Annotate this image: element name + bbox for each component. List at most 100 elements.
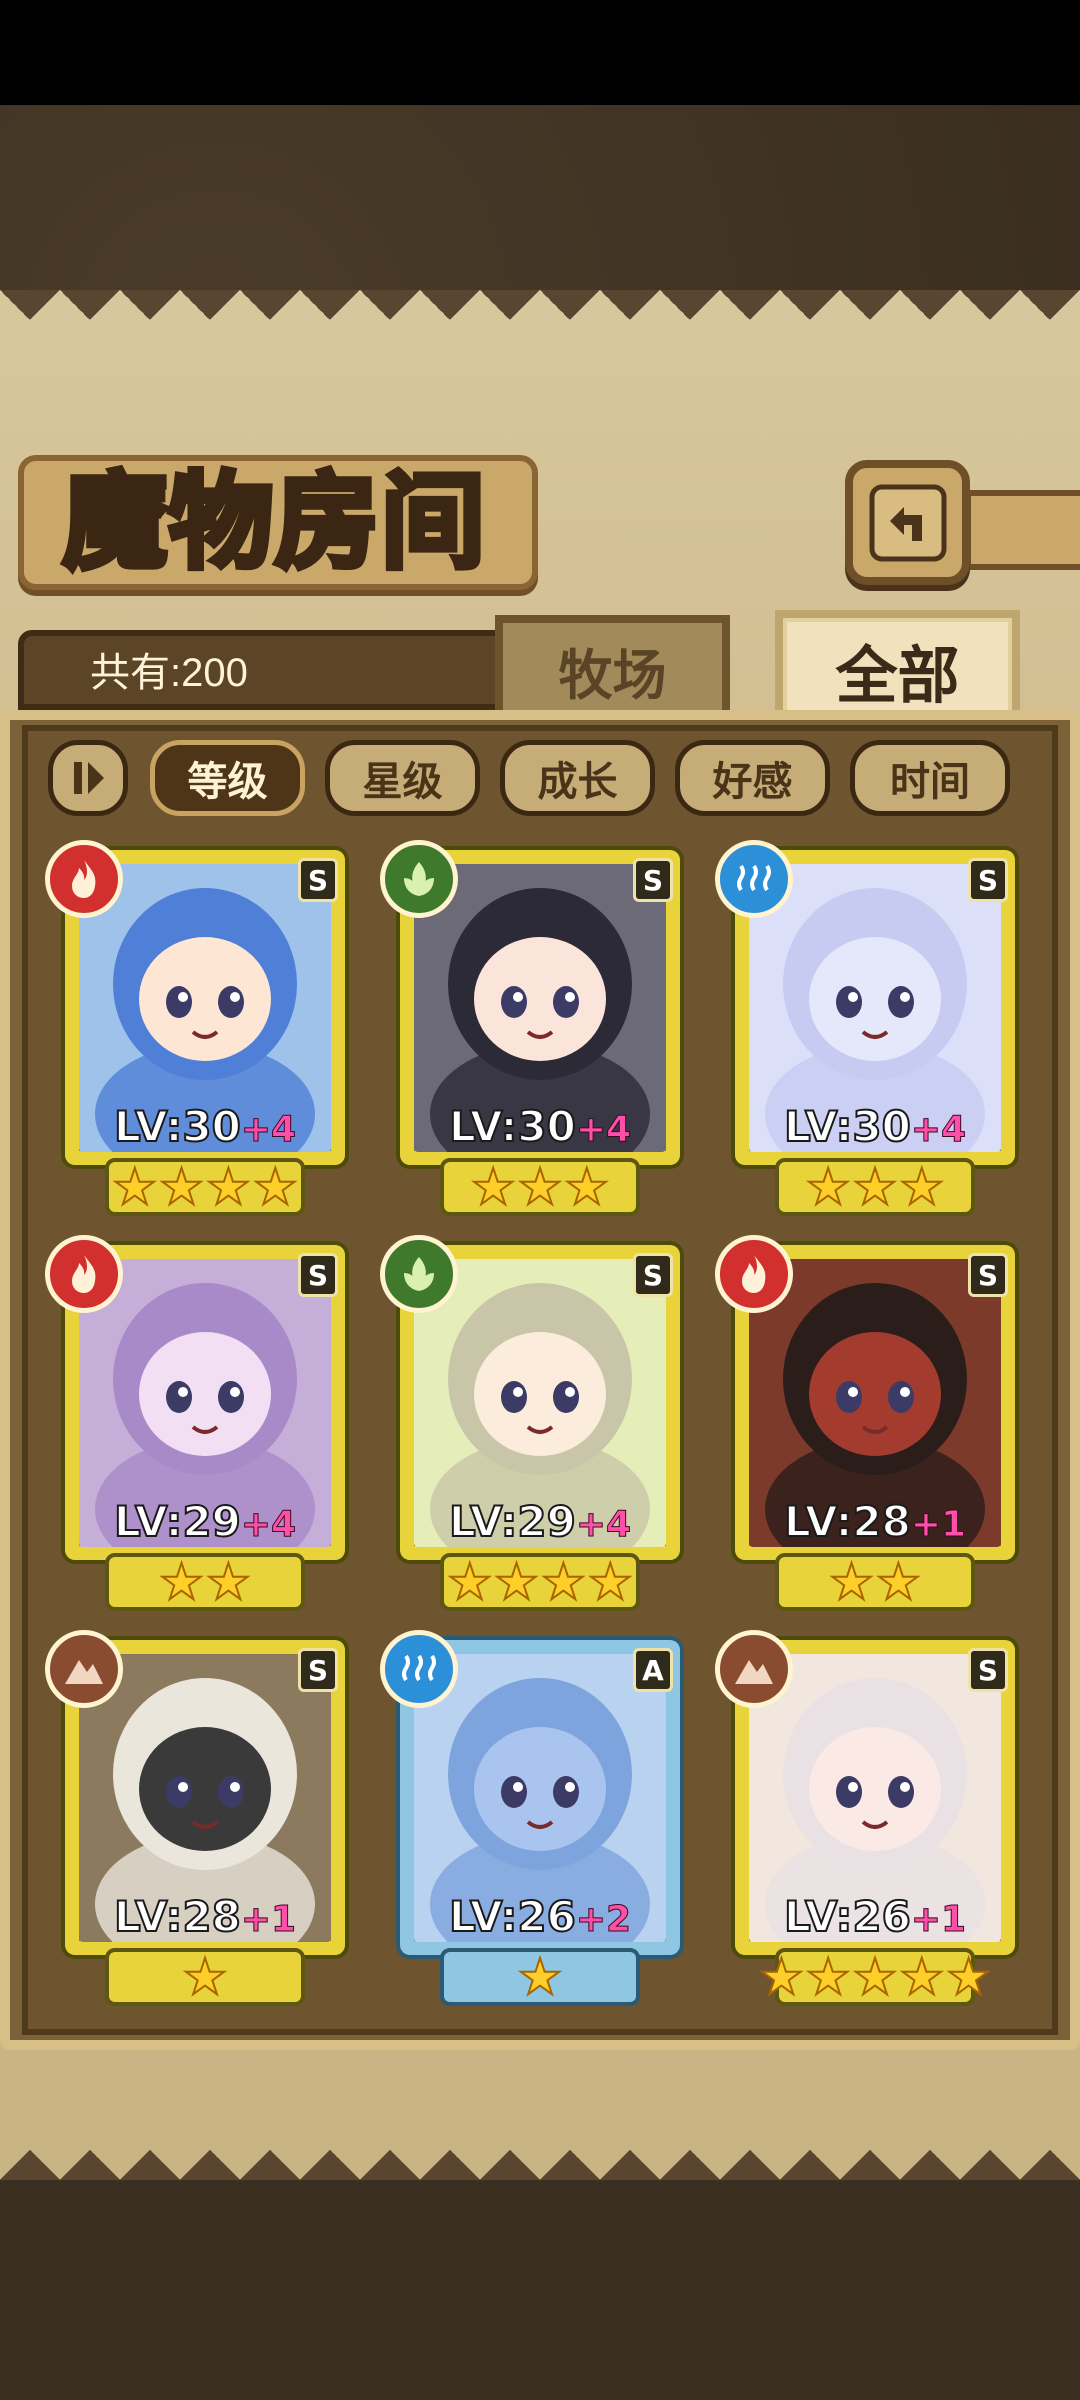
monster-card[interactable]: LV:30+4 ★ ★ ★ ★ S (45, 840, 345, 1220)
level-value: LV:30 (448, 1101, 577, 1152)
nature-element-icon (380, 1235, 458, 1313)
rank-badge: S (298, 1648, 338, 1692)
level-plus: +4 (575, 1109, 632, 1151)
monster-card[interactable]: LV:28+1 ★ S (45, 1630, 345, 2010)
level-value: LV:26 (783, 1891, 912, 1942)
monster-level: LV:26+2 (400, 1891, 680, 1942)
monster-card[interactable]: LV:26+1 ★ ★ ★ ★ ★ S (715, 1630, 1015, 2010)
level-plus: +1 (910, 1899, 967, 1941)
monster-card[interactable]: LV:30+4 ★ ★ ★ S (715, 840, 1015, 1220)
rank-badge: S (633, 1253, 673, 1297)
star-icon: ★ (252, 1158, 299, 1216)
level-value: LV:29 (113, 1496, 242, 1547)
level-plus: +1 (240, 1899, 297, 1941)
sort-star-button[interactable]: 星级 (325, 740, 480, 816)
monster-level: LV:26+1 (735, 1891, 1015, 1942)
level-value: LV:30 (113, 1101, 242, 1152)
star-icon: ★ (898, 1158, 945, 1216)
rank-badge: S (298, 1253, 338, 1297)
star-icon: ★ (517, 1948, 564, 2006)
monster-level: LV:29+4 (65, 1496, 345, 1547)
star-icon: ★ (205, 1158, 252, 1216)
star-rating: ★ ★ ★ ★ (440, 1553, 640, 1611)
star-icon: ★ (852, 1948, 899, 2006)
star-icon: ★ (158, 1158, 205, 1216)
monster-level: LV:30+4 (400, 1101, 680, 1152)
rank-badge: S (968, 1648, 1008, 1692)
star-icon: ★ (828, 1553, 875, 1611)
back-button[interactable] (845, 460, 970, 585)
fire-element-icon (45, 1235, 123, 1313)
zigzag-top (0, 290, 1080, 350)
title-bar-stub (965, 490, 1080, 570)
star-icon: ★ (898, 1948, 945, 2006)
star-rating: ★ ★ ★ ★ ★ (758, 1948, 992, 2006)
star-icon: ★ (805, 1948, 852, 2006)
earth-element-icon (45, 1630, 123, 1708)
sort-affection-button[interactable]: 好感 (675, 740, 830, 816)
monster-card[interactable]: LV:26+2 ★ A (380, 1630, 680, 2010)
level-value: LV:28 (783, 1496, 912, 1547)
rank-badge: S (298, 858, 338, 902)
star-rating: ★ ★ ★ (775, 1158, 975, 1216)
monster-level: LV:30+4 (65, 1101, 345, 1152)
level-value: LV:30 (783, 1101, 912, 1152)
level-plus: +4 (240, 1109, 297, 1151)
level-value: LV:29 (448, 1496, 577, 1547)
sort-order-toggle[interactable] (48, 740, 128, 816)
return-icon (869, 484, 946, 561)
water-element-icon (380, 1630, 458, 1708)
star-icon: ★ (875, 1553, 922, 1611)
star-rating: ★ ★ (105, 1553, 305, 1611)
monster-level: LV:29+4 (400, 1496, 680, 1547)
level-plus: +4 (575, 1504, 632, 1546)
fire-element-icon (45, 840, 123, 918)
level-plus: +4 (910, 1109, 967, 1151)
water-element-icon (715, 840, 793, 918)
star-icon: ★ (182, 1948, 229, 2006)
star-rating: ★ ★ ★ ★ (105, 1158, 305, 1216)
star-icon: ★ (470, 1158, 517, 1216)
star-icon: ★ (805, 1158, 852, 1216)
monster-card[interactable]: LV:29+4 ★ ★ S (45, 1235, 345, 1615)
rank-badge: S (968, 1253, 1008, 1297)
star-icon: ★ (446, 1553, 493, 1611)
monster-level: LV:28+1 (735, 1496, 1015, 1547)
star-icon: ★ (758, 1948, 805, 2006)
rank-badge: A (633, 1648, 673, 1692)
star-icon: ★ (852, 1158, 899, 1216)
star-rating: ★ ★ ★ (440, 1158, 640, 1216)
rank-badge: S (968, 858, 1008, 902)
zigzag-bottom (0, 2120, 1080, 2180)
monster-card[interactable]: LV:30+4 ★ ★ ★ S (380, 840, 680, 1220)
star-rating: ★ (105, 1948, 305, 2006)
star-icon: ★ (587, 1553, 634, 1611)
monster-card[interactable]: LV:29+4 ★ ★ ★ ★ S (380, 1235, 680, 1615)
monster-card[interactable]: LV:28+1 ★ ★ S (715, 1235, 1015, 1615)
monster-level: LV:28+1 (65, 1891, 345, 1942)
sort-growth-button[interactable]: 成长 (500, 740, 655, 816)
star-icon: ★ (517, 1158, 564, 1216)
rank-badge: S (633, 858, 673, 902)
sort-level-button[interactable]: 等级 (150, 740, 305, 816)
star-icon: ★ (493, 1553, 540, 1611)
star-icon: ★ (158, 1553, 205, 1611)
monster-level: LV:30+4 (735, 1101, 1015, 1152)
sort-order-icon (74, 762, 104, 794)
star-rating: ★ (440, 1948, 640, 2006)
earth-element-icon (715, 1630, 793, 1708)
fire-element-icon (715, 1235, 793, 1313)
tab-ranch[interactable]: 牧场 (495, 615, 730, 725)
level-plus: +2 (575, 1899, 632, 1941)
star-icon: ★ (945, 1948, 992, 2006)
star-icon: ★ (563, 1158, 610, 1216)
star-rating: ★ ★ (775, 1553, 975, 1611)
level-value: LV:28 (113, 1891, 242, 1942)
star-icon: ★ (540, 1553, 587, 1611)
level-value: LV:26 (448, 1891, 577, 1942)
nature-element-icon (380, 840, 458, 918)
star-icon: ★ (205, 1553, 252, 1611)
sort-time-button[interactable]: 时间 (850, 740, 1010, 816)
level-plus: +4 (240, 1504, 297, 1546)
level-plus: +1 (910, 1504, 967, 1546)
